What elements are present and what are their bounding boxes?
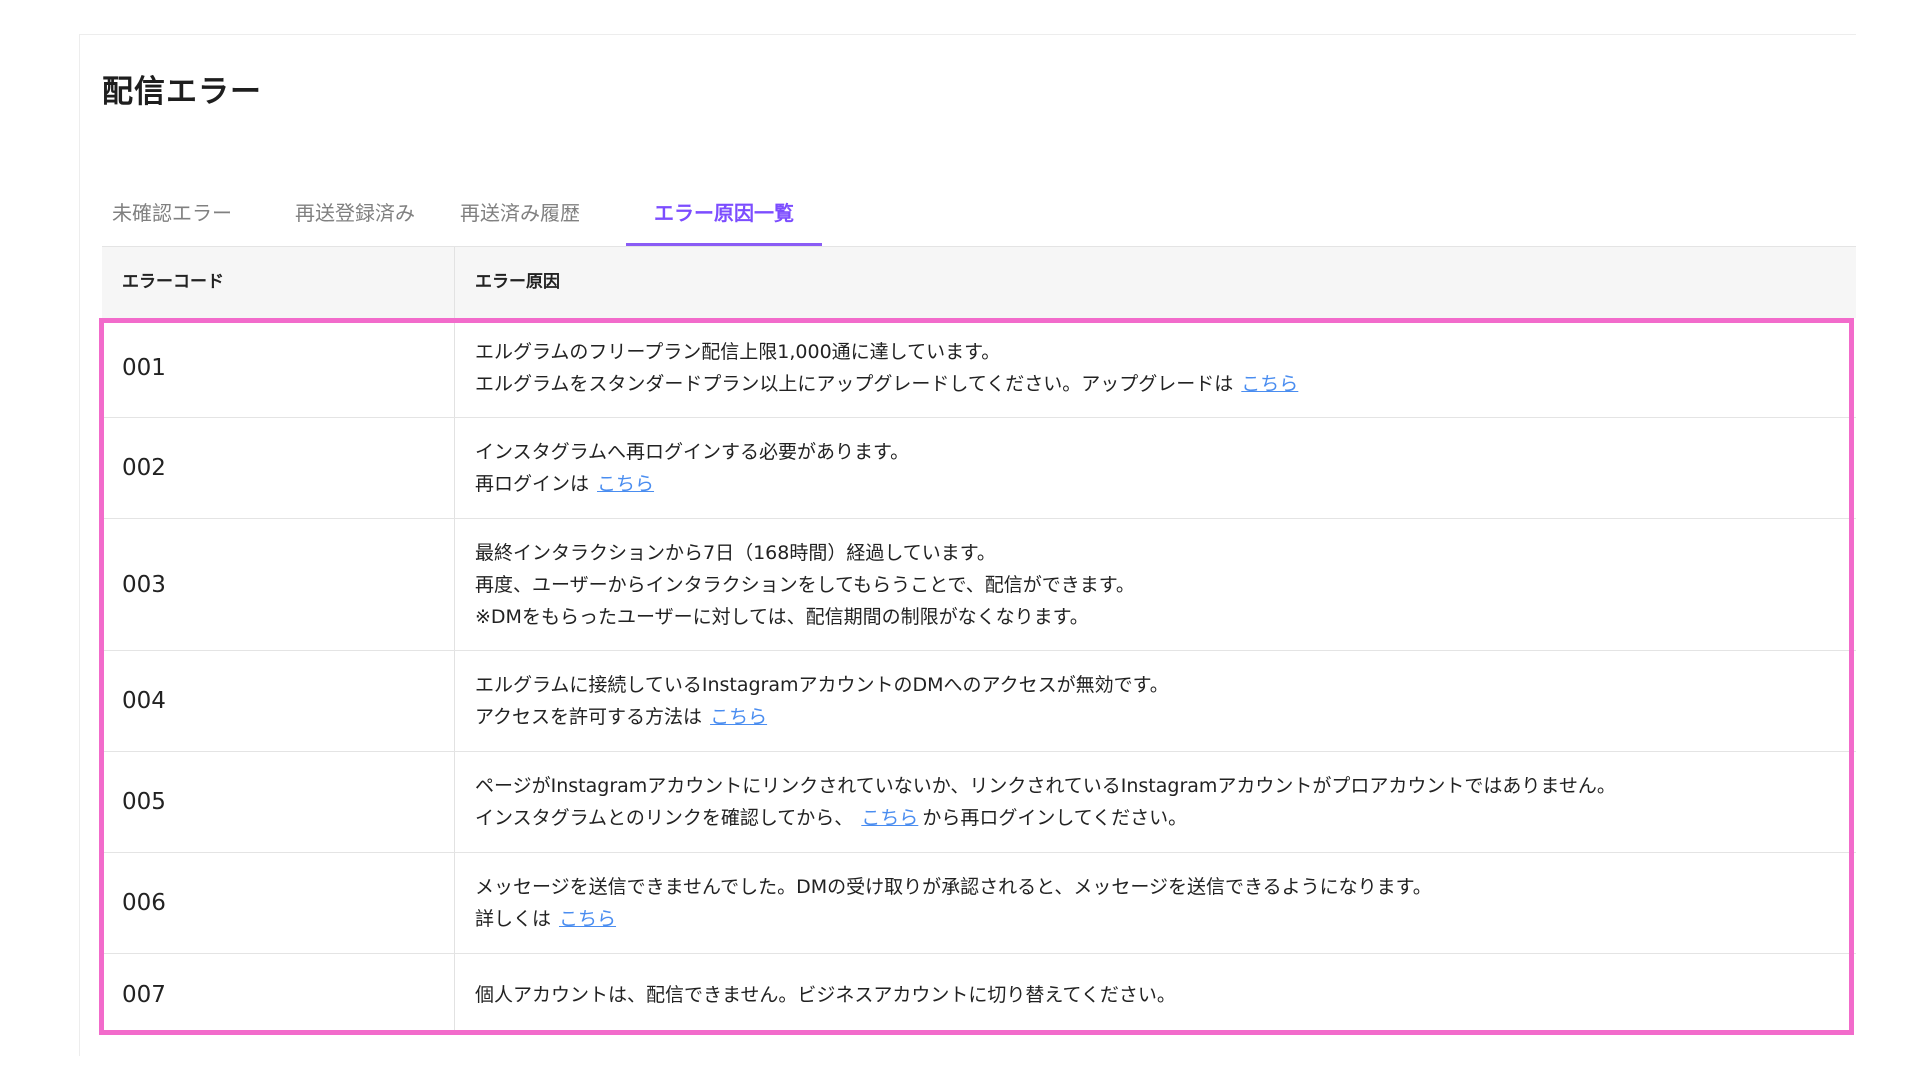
error-cause: エルグラムのフリープラン配信上限1,000通に達しています。 エルグラムをスタン… <box>475 318 1846 417</box>
table-row: 003 最終インタラクションから7日（168時間）経過しています。 再度、ユーザ… <box>102 519 1856 651</box>
error-code: 004 <box>122 688 166 714</box>
tab-resend-history[interactable]: 再送済み履歴 <box>448 190 592 243</box>
access-permission-link[interactable]: こちら <box>710 706 767 728</box>
cause-line: インスタグラムへ再ログインする必要があります。 <box>475 441 910 463</box>
table-header: エラーコード エラー原因 <box>102 246 1856 319</box>
tab-bar: 未確認エラー 再送登録済み 再送済み履歴 エラー原因一覧 <box>102 190 1856 246</box>
relogin-link[interactable]: こちら <box>861 807 918 829</box>
cause-line: エルグラムに接続しているInstagramアカウントのDMへのアクセスが無効です… <box>475 674 1169 696</box>
error-code: 006 <box>122 890 166 916</box>
relogin-link[interactable]: こちら <box>597 473 654 495</box>
tab-unconfirmed-errors[interactable]: 未確認エラー <box>102 190 242 243</box>
cause-line: アクセスを許可する方法は こちら <box>475 701 1846 733</box>
cause-line: 詳しくは こちら <box>475 903 1846 935</box>
table-row: 002 インスタグラムへ再ログインする必要があります。 再ログインは こちら <box>102 418 1856 519</box>
details-link[interactable]: こちら <box>559 908 616 930</box>
cause-line: 個人アカウントは、配信できません。ビジネスアカウントに切り替えてください。 <box>475 983 1176 1006</box>
cause-line: ※DMをもらったユーザーに対しては、配信期間の制限がなくなります。 <box>475 605 1089 628</box>
table-row: 006 メッセージを送信できませんでした。DMの受け取りが承認されると、メッセー… <box>102 853 1856 954</box>
cause-text: アクセスを許可する方法は <box>475 706 703 728</box>
cause-line: メッセージを送信できませんでした。DMの受け取りが承認されると、メッセージを送信… <box>475 876 1432 898</box>
cause-line: 最終インタラクションから7日（168時間）経過しています。 <box>475 541 996 564</box>
error-cause: メッセージを送信できませんでした。DMの受け取りが承認されると、メッセージを送信… <box>475 853 1846 953</box>
cause-line: インスタグラムとのリンクを確認してから、 こちら から再ログインしてください。 <box>475 802 1846 834</box>
tab-error-causes[interactable]: エラー原因一覧 <box>626 190 822 246</box>
cause-line: 再ログインは こちら <box>475 468 1846 500</box>
header-divider <box>454 247 455 319</box>
error-code: 003 <box>122 571 166 598</box>
cause-line: エルグラムのフリープラン配信上限1,000通に達しています。 <box>475 340 1001 363</box>
cause-text: から再ログインしてください。 <box>922 807 1188 829</box>
error-code: 007 <box>122 981 166 1008</box>
cause-text: 再ログインは <box>475 473 590 495</box>
cause-line: 再度、ユーザーからインタラクションをしてもらうことで、配信ができます。 <box>475 573 1135 596</box>
error-code: 002 <box>122 455 166 481</box>
tab-resend-registered[interactable]: 再送登録済み <box>274 190 436 243</box>
cause-text: エルグラムをスタンダードプラン以上にアップグレードしてください。アップグレードは <box>475 372 1234 395</box>
page-title: 配信エラー <box>102 74 262 110</box>
error-cause: エルグラムに接続しているInstagramアカウントのDMへのアクセスが無効です… <box>475 651 1846 751</box>
table-row: 007 個人アカウントは、配信できません。ビジネスアカウントに切り替えてください… <box>102 954 1856 1035</box>
table-row: 005 ページがInstagramアカウントにリンクされていないか、リンクされて… <box>102 752 1856 853</box>
header-error-cause: エラー原因 <box>475 272 560 292</box>
error-cause: インスタグラムへ再ログインする必要があります。 再ログインは こちら <box>475 418 1846 518</box>
error-code: 005 <box>122 789 166 815</box>
error-table-body: 001 エルグラムのフリープラン配信上限1,000通に達しています。 エルグラム… <box>102 318 1856 1035</box>
error-cause: 個人アカウントは、配信できません。ビジネスアカウントに切り替えてください。 <box>475 954 1846 1035</box>
error-code: 001 <box>122 354 166 381</box>
upgrade-link[interactable]: こちら <box>1241 373 1298 395</box>
cause-line: ページがInstagramアカウントにリンクされていないか、リンクされているIn… <box>475 775 1616 797</box>
cause-text: インスタグラムとのリンクを確認してから、 <box>475 807 854 829</box>
error-cause: 最終インタラクションから7日（168時間）経過しています。 再度、ユーザーからイ… <box>475 519 1846 650</box>
table-row: 004 エルグラムに接続しているInstagramアカウントのDMへのアクセスが… <box>102 651 1856 752</box>
cause-line: エルグラムをスタンダードプラン以上にアップグレードしてください。アップグレードは… <box>475 368 1846 400</box>
cause-text: 詳しくは <box>475 908 552 930</box>
error-cause: ページがInstagramアカウントにリンクされていないか、リンクされているIn… <box>475 752 1846 852</box>
table-row: 001 エルグラムのフリープラン配信上限1,000通に達しています。 エルグラム… <box>102 318 1856 418</box>
header-error-code: エラーコード <box>122 272 224 292</box>
